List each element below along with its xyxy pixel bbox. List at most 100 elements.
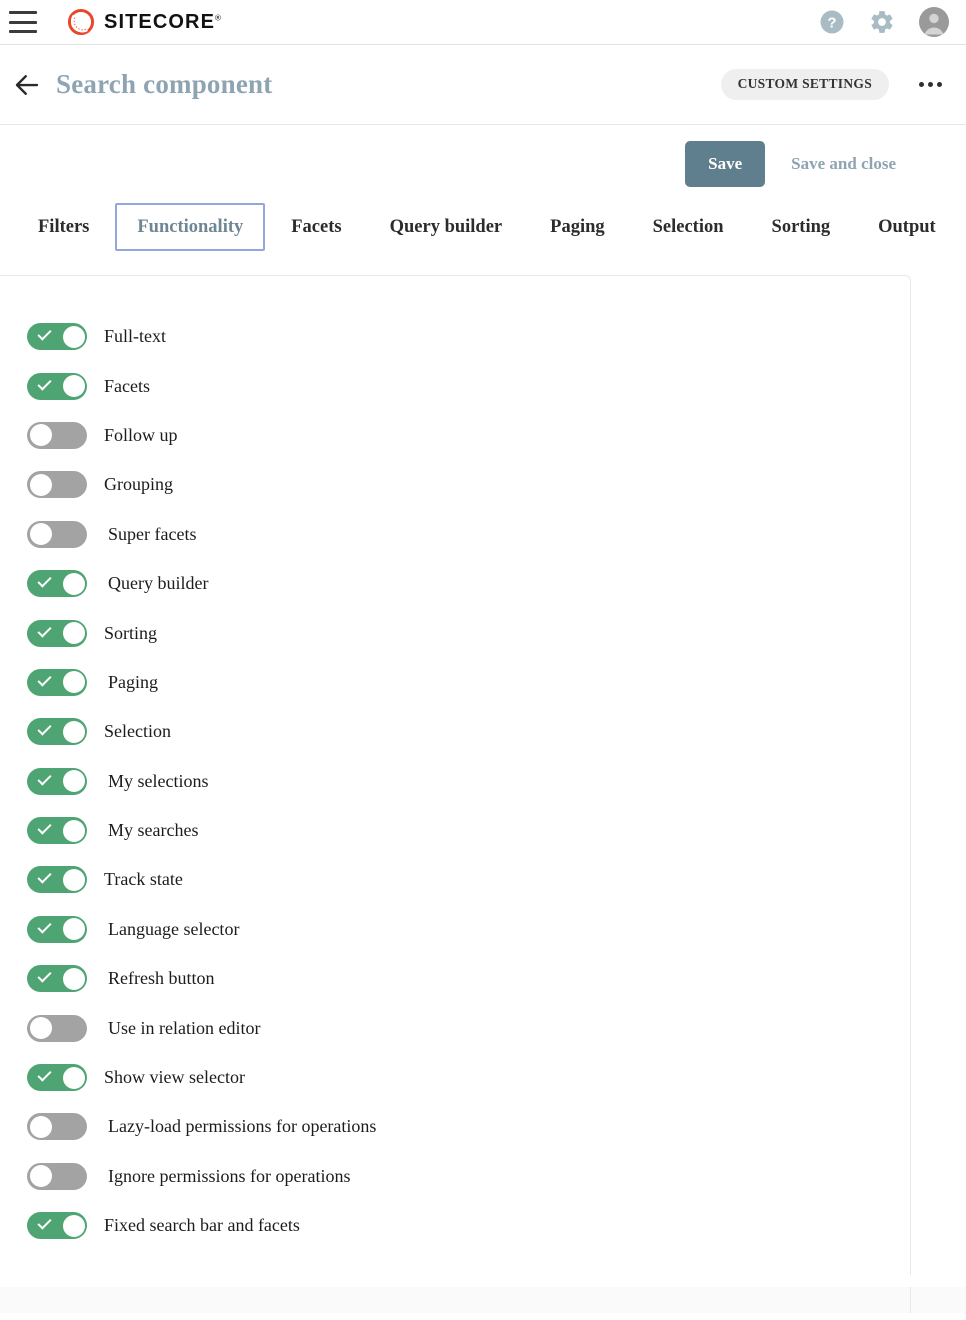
page-title: Search component — [56, 69, 273, 99]
toggle-full-text[interactable] — [27, 323, 87, 351]
toggle-ignore-permissions-for-operations[interactable] — [27, 1162, 87, 1190]
toggle-knob — [29, 523, 52, 546]
toggle-grouping[interactable] — [27, 471, 87, 499]
tab-sorting[interactable]: Sorting — [750, 203, 853, 251]
toggle-super-facets[interactable] — [27, 520, 87, 548]
app-bar: SITECORE® ? — [0, 0, 966, 45]
setting-row: Full-text — [0, 312, 910, 361]
save-and-close-link[interactable]: Save and close — [791, 154, 896, 174]
toggle-knob — [62, 819, 85, 842]
check-icon — [37, 919, 52, 934]
help-circle-icon[interactable]: ? — [819, 9, 845, 35]
toggle-knob — [62, 918, 85, 941]
setting-row: Use in relation editor — [0, 1003, 910, 1052]
user-avatar-icon[interactable] — [919, 7, 949, 37]
setting-label: Show view selector — [104, 1067, 245, 1088]
toggle-knob — [62, 868, 85, 891]
setting-label: Lazy-load permissions for operations — [108, 1116, 377, 1137]
setting-row: Show view selector — [0, 1053, 910, 1102]
setting-row: Facets — [0, 361, 910, 410]
toggle-use-in-relation-editor[interactable] — [27, 1014, 87, 1042]
toggle-query-builder[interactable] — [27, 570, 87, 598]
setting-row: Sorting — [0, 608, 910, 657]
toggle-knob — [29, 424, 52, 447]
toggle-knob — [62, 1066, 85, 1089]
brand-name-text: SITECORE — [104, 10, 216, 33]
setting-label: My searches — [108, 820, 199, 841]
action-row: Save Save and close — [0, 125, 966, 203]
hamburger-menu-icon[interactable] — [9, 11, 37, 33]
toggle-knob — [62, 375, 85, 398]
toggle-knob — [29, 473, 52, 496]
setting-row: Paging — [0, 658, 910, 707]
toggle-knob — [62, 1214, 85, 1237]
check-icon — [37, 1067, 52, 1082]
save-button[interactable]: Save — [685, 141, 766, 187]
setting-label: Refresh button — [108, 968, 215, 989]
ellipsis-horizontal-icon[interactable] — [915, 76, 946, 93]
tab-facets[interactable]: Facets — [269, 203, 363, 251]
check-icon — [37, 820, 52, 835]
toggle-language-selector[interactable] — [27, 915, 87, 943]
setting-row: Lazy-load permissions for operations — [0, 1102, 910, 1151]
setting-row: Query builder — [0, 559, 910, 608]
tab-filters[interactable]: Filters — [16, 203, 111, 251]
toggle-my-selections[interactable] — [27, 767, 87, 795]
toggle-knob — [29, 1017, 52, 1040]
check-icon — [37, 573, 52, 588]
toggle-fixed-search-bar-and-facets[interactable] — [27, 1212, 87, 1240]
toggle-my-searches[interactable] — [27, 817, 87, 845]
check-icon — [37, 672, 52, 687]
tab-list: Filters Functionality Facets Query builder P… — [0, 203, 966, 251]
check-icon — [37, 771, 52, 786]
setting-label: Use in relation editor — [108, 1017, 261, 1038]
functionality-settings-panel: Full-text Facets Follow up Grouping Super fa… — [0, 275, 911, 1275]
toggle-knob — [29, 1115, 52, 1138]
toggle-selection[interactable] — [27, 718, 87, 746]
gear-icon[interactable] — [869, 9, 895, 35]
toggle-knob — [29, 1165, 52, 1188]
setting-label: Selection — [104, 721, 171, 742]
check-icon — [37, 968, 52, 983]
page-header: Search component CUSTOM SETTINGS — [0, 45, 966, 125]
sitecore-logo: SITECORE® — [67, 8, 222, 36]
toggle-paging[interactable] — [27, 668, 87, 696]
setting-label: Ignore permissions for operations — [108, 1165, 351, 1186]
toggle-refresh-button[interactable] — [27, 965, 87, 993]
setting-label: Paging — [108, 671, 159, 692]
setting-row: Language selector — [0, 905, 910, 954]
content-area: Full-text Facets Follow up Grouping Super fa… — [0, 251, 966, 1313]
toggle-knob — [62, 325, 85, 348]
setting-label: Grouping — [104, 474, 173, 495]
check-icon — [37, 1215, 52, 1230]
check-icon — [37, 869, 52, 885]
setting-label: Track state — [104, 869, 183, 890]
setting-label: Language selector — [108, 918, 240, 939]
toggle-facets[interactable] — [27, 372, 87, 400]
tab-paging[interactable]: Paging — [528, 203, 626, 251]
custom-settings-button[interactable]: CUSTOM SETTINGS — [720, 69, 889, 100]
svg-text:?: ? — [827, 15, 836, 32]
toggle-knob — [62, 671, 85, 694]
back-arrow-icon[interactable] — [12, 70, 42, 100]
toggle-show-view-selector[interactable] — [27, 1064, 87, 1092]
app-bar-actions: ? — [819, 7, 949, 37]
toggle-knob — [62, 720, 85, 743]
toggle-lazy-load-permissions-for-operations[interactable] — [27, 1113, 87, 1141]
toggle-track-state[interactable] — [27, 866, 87, 894]
bottom-edge-strip — [0, 1287, 966, 1313]
setting-label: My selections — [108, 770, 209, 791]
toggle-knob — [62, 572, 85, 595]
tab-selection[interactable]: Selection — [631, 203, 746, 251]
tab-functionality[interactable]: Functionality — [115, 203, 266, 251]
setting-row: Ignore permissions for operations — [0, 1152, 910, 1201]
tab-output[interactable]: Output — [856, 203, 958, 251]
setting-row: Refresh button — [0, 954, 910, 1003]
panel-right-edge-line — [910, 1287, 911, 1313]
setting-label: Follow up — [104, 424, 178, 445]
toggle-follow-up[interactable] — [27, 421, 87, 449]
setting-label: Facets — [104, 375, 150, 396]
setting-row: Track state — [0, 855, 910, 904]
tab-query-builder[interactable]: Query builder — [368, 203, 525, 251]
toggle-sorting[interactable] — [27, 619, 87, 647]
